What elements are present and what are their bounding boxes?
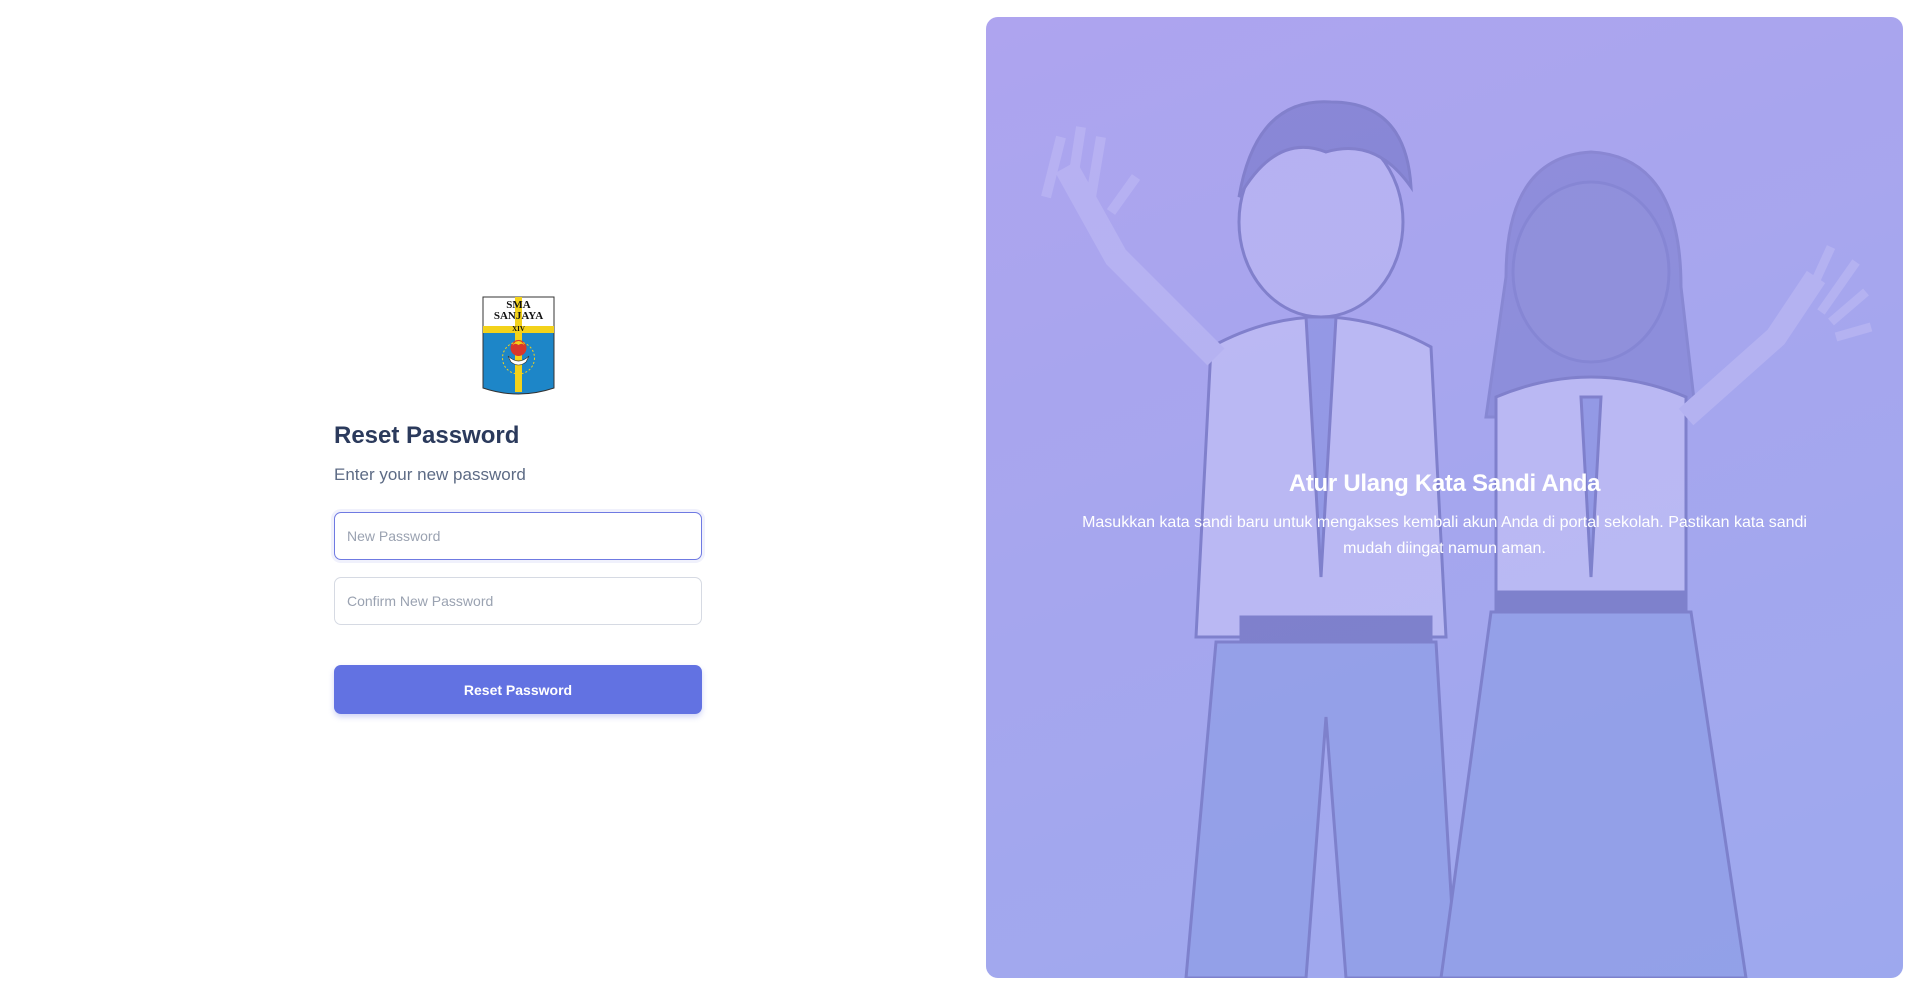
- new-password-input[interactable]: [334, 512, 702, 560]
- school-logo: SMA SANJAYA XIV: [482, 296, 555, 395]
- hero-title: Atur Ulang Kata Sandi Anda: [1288, 470, 1601, 497]
- page-subtitle: Enter your new password: [334, 465, 526, 484]
- form-panel: [0, 0, 986, 995]
- confirm-password-input[interactable]: [334, 577, 702, 625]
- hero-panel: Atur Ulang Kata Sandi Anda Masukkan kata…: [986, 17, 1903, 978]
- logo-text-2: SANJAYA: [494, 310, 543, 322]
- logo-text-3: XIV: [512, 325, 525, 333]
- page-title: Reset Password: [334, 422, 520, 449]
- hero-description: Masukkan kata sandi baru untuk mengakses…: [1082, 514, 1807, 557]
- reset-password-button[interactable]: Reset Password: [334, 665, 702, 714]
